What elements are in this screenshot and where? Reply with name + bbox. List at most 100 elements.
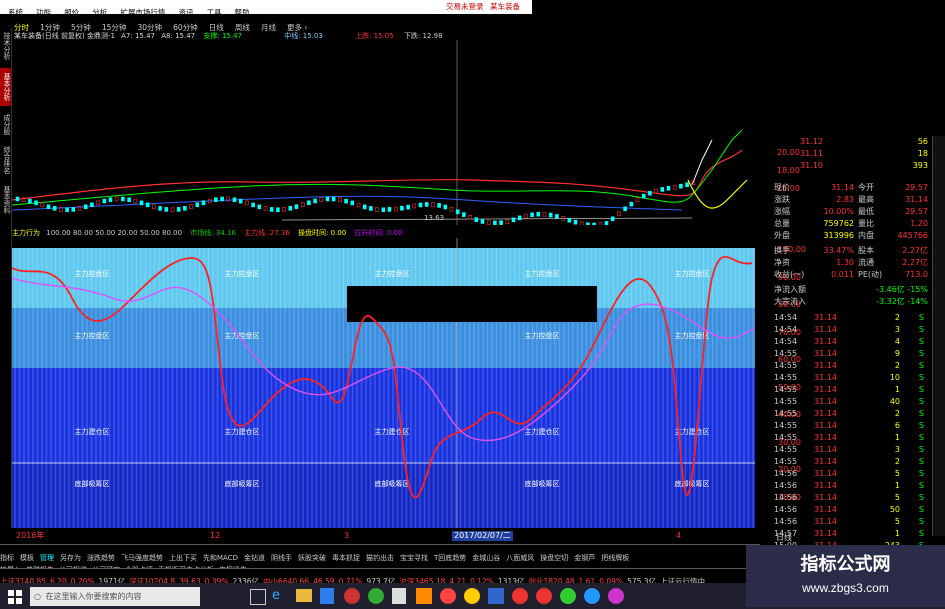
taskbar-search-box[interactable]: ○ 在这里输入你要搜索的内容: [30, 587, 200, 606]
quote-row: 涨幅 10.00% 最低 29.57: [774, 207, 928, 216]
candle: [15, 196, 20, 202]
candle: [214, 197, 218, 202]
tab-components[interactable]: 成分股: [0, 110, 11, 138]
app-icon[interactable]: [536, 588, 552, 604]
candle: [170, 207, 175, 213]
candle: [350, 200, 355, 206]
app-icon[interactable]: [368, 588, 384, 604]
sub-indicator-name: 主力行为: [12, 229, 40, 237]
wechat-icon[interactable]: [560, 588, 576, 604]
candle: [189, 204, 193, 210]
candle: [592, 222, 596, 225]
candle: [567, 217, 572, 223]
candle: [220, 196, 224, 202]
candle: [530, 212, 534, 218]
x-axis-tick: 4: [676, 531, 682, 540]
candle: [183, 206, 187, 211]
main-force-chart[interactable]: 主力控盘区 主力控盘区 主力控盘区 主力控盘区 主力控盘区主力控盘区 主力控盘区 主力控盘区…: [12, 238, 755, 528]
tick-row: 14:55 31.14 2 S: [774, 361, 924, 370]
kline-chart[interactable]: 13.63: [12, 40, 755, 225]
tick-row: 14:55 31.14 6 S: [774, 421, 924, 430]
app-icon[interactable]: [464, 588, 480, 604]
candle: [102, 198, 107, 204]
stock-name-link[interactable]: 某车装备: [490, 0, 520, 14]
candle: [127, 197, 131, 203]
candle: [654, 188, 658, 194]
candle: [34, 200, 38, 206]
candle: [641, 193, 646, 199]
windows-start-icon[interactable]: [8, 589, 22, 604]
task-view-icon[interactable]: [250, 589, 266, 605]
edge-icon[interactable]: e: [272, 588, 286, 604]
zone-label: 主力建仓区: [375, 427, 410, 436]
candle: [257, 204, 262, 210]
tab-technical-analysis[interactable]: 技术分析: [0, 28, 11, 64]
candle: [381, 207, 386, 213]
x-axis-tick: 12: [210, 531, 221, 540]
app-icon[interactable]: [488, 588, 504, 604]
calculator-icon[interactable]: [392, 588, 406, 604]
candle: [517, 215, 522, 221]
candle: [46, 204, 51, 210]
store-icon[interactable]: [320, 588, 334, 604]
candle: [579, 221, 584, 225]
candle: [629, 201, 634, 207]
candle: [369, 206, 373, 211]
quote-row: 收益(一) 0.011 PE(动) 713.0: [774, 270, 928, 279]
app-icon[interactable]: [440, 588, 456, 604]
candle: [133, 198, 138, 204]
candle: [201, 200, 206, 206]
tick-row: 14:55 31.14 2 S: [774, 457, 924, 466]
app-icon[interactable]: [608, 588, 624, 604]
sub-indicator-pull-time: 拉升时间: 0.00: [354, 229, 403, 237]
candle: [604, 221, 609, 225]
candle: [431, 202, 435, 207]
tab-fundamental-analysis[interactable]: 基本分析: [0, 68, 11, 106]
candle: [362, 204, 367, 210]
candle: [623, 206, 627, 212]
candle: [418, 202, 423, 208]
indicator-support: 支撑: 15.47: [203, 32, 242, 40]
candle: [573, 219, 578, 225]
app-icon[interactable]: [344, 588, 360, 604]
zone-label: 主力控盘区: [75, 331, 110, 340]
sub-indicator-operate-time: 操盘时间: 0.00: [298, 229, 347, 237]
candle: [400, 205, 404, 211]
tick-row: 14:54 31.14 4 S: [774, 337, 924, 346]
candle: [455, 209, 460, 215]
candle: [251, 202, 255, 208]
app-icon[interactable]: [512, 588, 528, 604]
app-icon[interactable]: [416, 588, 432, 604]
indicator-name: 某车装备(日线 前复权) 金鼎测-1: [14, 32, 115, 40]
candle: [313, 198, 317, 204]
candle: [548, 212, 553, 218]
quote-row: 总量 759762 量比 1.20: [774, 219, 928, 228]
candle: [635, 197, 640, 203]
tab-basic-info[interactable]: 基本资料: [0, 182, 11, 218]
candle: [325, 196, 330, 202]
zone-label: 主力控盘区: [525, 269, 560, 278]
folder-icon[interactable]: [296, 589, 312, 602]
candle: [598, 222, 603, 225]
candle: [524, 213, 528, 219]
candle: [462, 212, 466, 217]
right-toolbar[interactable]: [932, 136, 945, 536]
candle: [679, 183, 683, 189]
candle: [542, 211, 547, 217]
app-icon[interactable]: [584, 588, 600, 604]
candle: [449, 206, 454, 212]
zone-label: 主力控盘区: [675, 269, 710, 278]
zone-label: 底部吸筹区: [375, 479, 410, 488]
info-links-bar: 扩展入关联报告公司报道公司研究个股点评手机版买卖点分析电报通告: [0, 557, 760, 574]
tick-row: 14:55 31.14 1 S: [774, 385, 924, 394]
candle: [307, 200, 311, 206]
zone-label: 主力建仓区: [75, 427, 110, 436]
zone-label: 主力控盘区: [225, 269, 260, 278]
candle: [319, 197, 324, 202]
candle: [263, 206, 268, 211]
candle: [666, 185, 671, 191]
candle: [499, 220, 503, 225]
trade-login-link[interactable]: 交易未登录: [446, 0, 484, 14]
candle: [145, 202, 150, 208]
tab-ranking[interactable]: 综合排名: [0, 142, 11, 178]
